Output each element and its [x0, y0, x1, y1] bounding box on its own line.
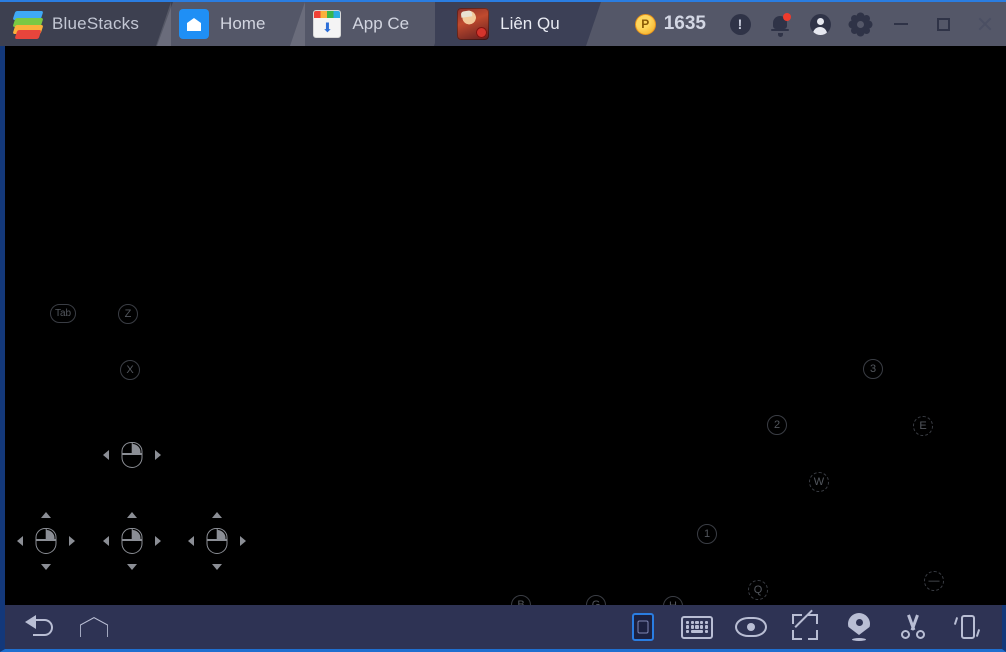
fullscreen-icon [792, 614, 818, 640]
key-marker-w[interactable]: W [809, 472, 829, 492]
eye-button[interactable] [724, 607, 778, 647]
exclamation-circle-icon: ! [729, 13, 751, 35]
settings-button[interactable] [840, 1, 880, 47]
arrow-left-icon [103, 450, 109, 460]
key-marker-label: W [813, 476, 825, 488]
arrow-down-icon [41, 564, 51, 570]
titlebar-system-area: P 1635 ! [621, 2, 1006, 46]
keymapping-button[interactable] [670, 607, 724, 647]
fullscreen-button[interactable] [778, 607, 832, 647]
arrow-up-icon [127, 512, 137, 518]
arrow-right-icon [69, 536, 75, 546]
home-button[interactable] [67, 607, 121, 647]
arrow-right-icon [155, 450, 161, 460]
home-pentagon-icon [80, 617, 108, 637]
close-icon [977, 16, 993, 32]
arrow-down-icon [127, 564, 137, 570]
user-avatar-icon [809, 13, 831, 35]
key-marker-3[interactable]: 3 [863, 359, 883, 379]
maximize-icon [936, 17, 950, 31]
tab-home[interactable]: Home [156, 2, 291, 46]
brand-label: BlueStacks [52, 14, 140, 33]
app-center-icon: ⬇ [313, 10, 342, 38]
key-marker-z[interactable]: Z [118, 304, 138, 324]
bottom-toolbar [0, 605, 1006, 652]
scissors-icon [900, 614, 926, 639]
minimize-icon [894, 23, 908, 25]
points-indicator[interactable]: P 1635 [621, 13, 720, 35]
arrow-right-icon [155, 536, 161, 546]
eye-icon [735, 617, 767, 637]
mouse-dpad-left[interactable] [17, 512, 75, 570]
game-app-icon [457, 8, 490, 40]
key-marker-label: E [919, 420, 927, 432]
minimize-button[interactable] [880, 1, 922, 47]
key-marker-b[interactable]: B [511, 595, 531, 605]
account-button[interactable] [800, 1, 840, 47]
key-marker-label: Q [753, 584, 763, 596]
home-icon [179, 9, 210, 39]
points-coin-icon: P [634, 13, 656, 35]
mouse-icon [121, 442, 143, 468]
location-pin-icon [848, 613, 870, 641]
shake-button[interactable] [940, 607, 994, 647]
mouse-icon [35, 528, 57, 554]
key-marker-label: — [928, 575, 940, 587]
key-marker-label: X [126, 364, 134, 376]
points-value: 1635 [663, 13, 706, 34]
key-marker-q[interactable]: Q [748, 580, 768, 600]
key-marker-h[interactable]: H [663, 596, 683, 605]
tab-home-label: Home [220, 14, 266, 33]
tab-game-label: Liên Qu [500, 14, 560, 33]
mouse-icon [121, 528, 143, 554]
screenshot-cut-button[interactable] [886, 607, 940, 647]
tab-game-lien-quan[interactable]: Liên Qu [434, 2, 601, 46]
back-button[interactable] [13, 607, 67, 647]
arrow-down-icon [212, 564, 222, 570]
notifications-button[interactable] [760, 1, 800, 47]
key-marker-2[interactable]: 2 [767, 415, 787, 435]
tab-app-center-label: App Ce [352, 14, 410, 33]
gear-icon [850, 14, 870, 34]
bluestacks-logo-icon [12, 11, 44, 39]
key-marker-label: 1 [703, 528, 711, 540]
notification-badge [783, 13, 791, 21]
key-marker-[interactable]: — [924, 571, 944, 591]
maximize-button[interactable] [922, 1, 964, 47]
key-marker-1[interactable]: 1 [697, 524, 717, 544]
arrow-up-icon [212, 512, 222, 518]
tilt-phone-icon [632, 613, 654, 641]
arrow-right-icon [240, 536, 246, 546]
keyboard-icon [681, 615, 713, 639]
key-marker-label: Z [124, 308, 132, 320]
title-bar: BlueStacks Home ⬇ App Ce Liên Qu P 1635 … [0, 0, 1006, 46]
brand-area: BlueStacks [0, 2, 174, 46]
arrow-left-icon [17, 536, 23, 546]
tilt-control-button[interactable] [616, 607, 670, 647]
mouse-dpad-right[interactable] [188, 512, 246, 570]
key-marker-x[interactable]: X [120, 360, 140, 380]
arrow-left-icon [103, 536, 109, 546]
bell-icon [770, 13, 791, 37]
key-marker-e[interactable]: E [913, 416, 933, 436]
key-marker-label: 2 [773, 419, 781, 431]
tab-app-center[interactable]: ⬇ App Ce [290, 2, 435, 46]
arrow-up-icon [41, 512, 51, 518]
close-button[interactable] [964, 1, 1006, 47]
key-marker-tab[interactable]: Tab [50, 304, 76, 323]
emulator-screen-frame: Tab Z X 3 2 E W 1 — Q B G H [0, 46, 1006, 605]
game-screen[interactable]: Tab Z X 3 2 E W 1 — Q B G H [5, 46, 1006, 605]
key-marker-g[interactable]: G [586, 595, 606, 605]
arrow-left-icon [188, 536, 194, 546]
alert-button[interactable]: ! [720, 1, 760, 47]
location-button[interactable] [832, 607, 886, 647]
shake-phone-icon [953, 613, 981, 641]
back-arrow-icon [25, 615, 55, 638]
bluestacks-window: BlueStacks Home ⬇ App Ce Liên Qu P 1635 … [0, 0, 1006, 652]
mouse-icon [206, 528, 228, 554]
mouse-dpad-center[interactable] [103, 512, 161, 570]
mouse-drag-horizontal[interactable] [103, 426, 161, 484]
key-marker-label: 3 [869, 363, 877, 375]
key-marker-label: Tab [54, 308, 72, 319]
